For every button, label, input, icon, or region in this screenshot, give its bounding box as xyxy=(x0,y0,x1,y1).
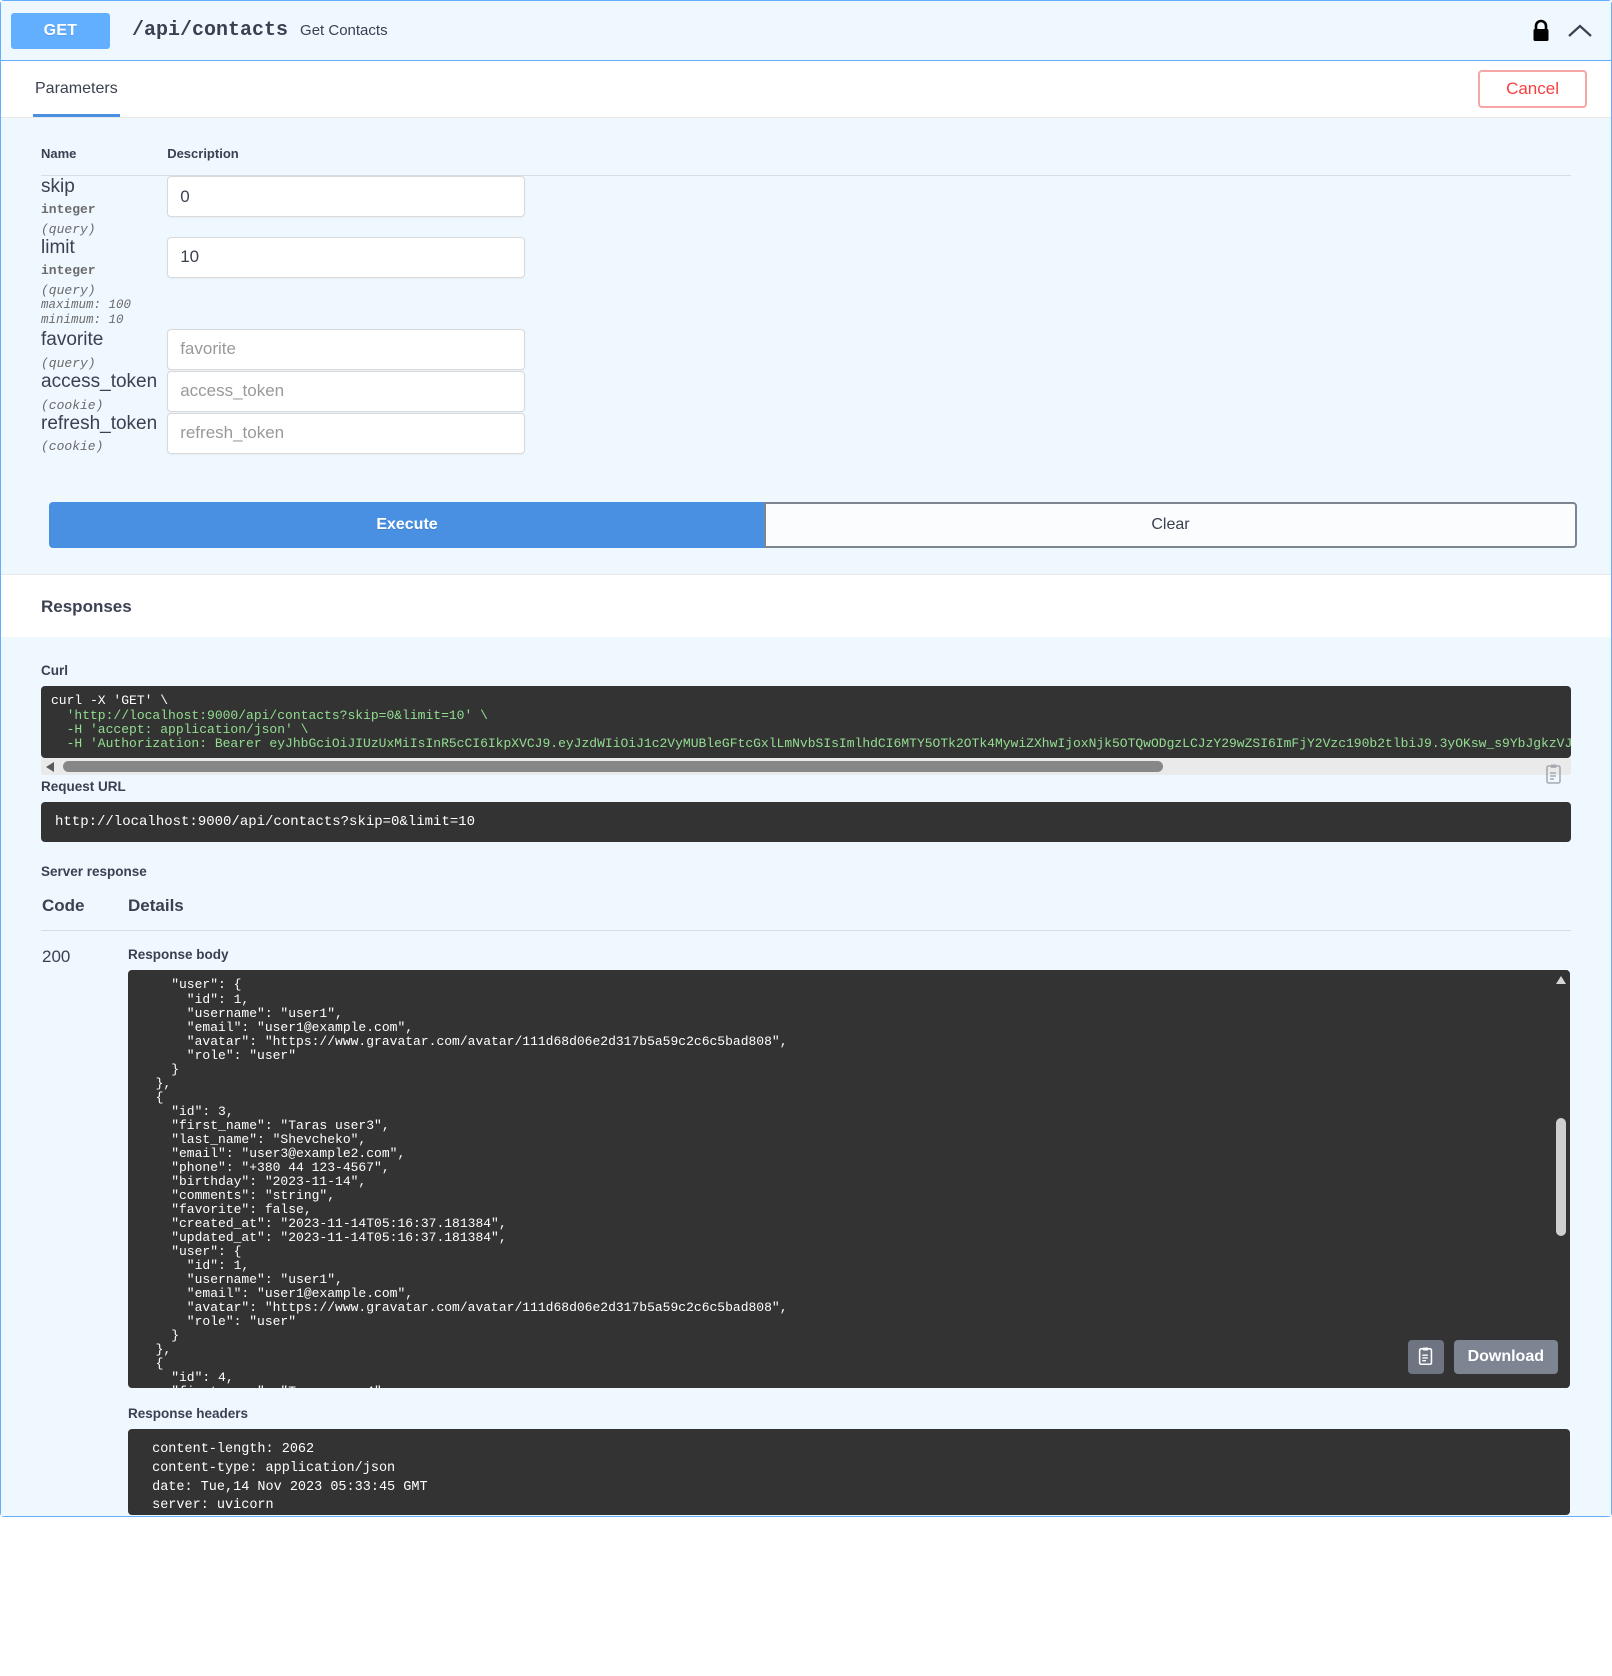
param-constraints: maximum: 100 minimum: 10 xyxy=(41,298,167,329)
table-row: limit integer (query) maximum: 100 minim… xyxy=(41,237,1571,329)
param-location: (query) xyxy=(41,278,167,298)
responses-title: Responses xyxy=(41,597,1571,617)
column-header-description: Description xyxy=(167,146,1571,176)
response-body-box[interactable]: "user": { "id": 1, "username": "user1", … xyxy=(128,970,1570,1388)
param-location: (cookie) xyxy=(41,434,167,454)
param-location: (query) xyxy=(41,351,167,371)
param-input-cell xyxy=(167,176,1571,237)
column-header-details: Details xyxy=(127,895,1571,931)
table-row: access_token (cookie) xyxy=(41,371,1571,413)
execute-button[interactable]: Execute xyxy=(49,502,765,548)
response-body-actions: Download xyxy=(1408,1340,1558,1374)
param-input-cell xyxy=(167,237,1571,329)
table-row: 200 Response body "user": { "id": 1, "us… xyxy=(41,931,1571,1517)
scroll-left-arrow-icon[interactable] xyxy=(46,762,54,772)
search-input-limit[interactable] xyxy=(167,237,525,278)
endpoint-path: /api/contacts xyxy=(110,19,298,42)
summary-right-controls xyxy=(1531,19,1593,43)
cancel-button[interactable]: Cancel xyxy=(1478,70,1587,108)
curl-line-2: 'http://localhost:9000/api/contacts?skip… xyxy=(51,708,488,723)
column-header-name: Name xyxy=(41,146,167,176)
response-headers-value: content-length: 2062 content-type: appli… xyxy=(128,1429,1570,1515)
param-input-cell xyxy=(167,371,1571,413)
action-buttons-row: Execute Clear xyxy=(1,454,1611,574)
curl-label: Curl xyxy=(41,663,1571,678)
param-meta-cell: refresh_token (cookie) xyxy=(41,413,167,455)
curl-horizontal-scrollbar[interactable] xyxy=(41,758,1571,775)
param-label-skip: skip xyxy=(41,176,167,198)
access-token-field[interactable] xyxy=(167,371,525,412)
param-type: integer xyxy=(41,198,167,217)
param-label-limit: limit xyxy=(41,237,167,259)
response-body-json: "user": { "id": 1, "username": "user1", … xyxy=(128,970,1570,1388)
param-input-cell xyxy=(167,413,1571,455)
responses-header: Responses xyxy=(1,574,1611,637)
responses-body: Curl curl -X 'GET' \ 'http://localhost:9… xyxy=(1,637,1611,1516)
chevron-up-icon[interactable] xyxy=(1567,22,1593,40)
scrollbar-thumb[interactable] xyxy=(63,761,1163,772)
request-url-value: http://localhost:9000/api/contacts?skip=… xyxy=(41,802,1571,842)
copy-curl-icon[interactable] xyxy=(1543,764,1565,791)
refresh-token-field[interactable] xyxy=(167,413,525,454)
response-table: Code Details 200 Response body "user": {… xyxy=(41,895,1571,1516)
tab-bar: Parameters Cancel xyxy=(1,61,1611,118)
lock-icon[interactable] xyxy=(1531,19,1551,43)
parameters-section: Name Description skip integer (query) xyxy=(1,118,1611,454)
param-label-refresh-token: refresh_token xyxy=(41,413,167,435)
curl-command-block[interactable]: curl -X 'GET' \ 'http://localhost:9000/a… xyxy=(41,686,1571,758)
param-meta-cell: skip integer (query) xyxy=(41,176,167,237)
endpoint-summary: Get Contacts xyxy=(298,22,388,39)
parameters-rows: skip integer (query) limit integer (quer… xyxy=(41,176,1571,455)
param-location: (query) xyxy=(41,217,167,237)
http-method-badge: GET xyxy=(11,13,110,49)
param-type: integer xyxy=(41,259,167,278)
param-meta-cell: limit integer (query) maximum: 100 minim… xyxy=(41,237,167,329)
search-input-favorite[interactable] xyxy=(167,329,525,370)
param-input-cell xyxy=(167,329,1571,371)
param-label-favorite: favorite xyxy=(41,329,167,351)
param-label-access-token: access_token xyxy=(41,371,167,393)
param-location: (cookie) xyxy=(41,393,167,413)
table-row: skip integer (query) xyxy=(41,176,1571,237)
table-row: refresh_token (cookie) xyxy=(41,413,1571,455)
operation-summary-bar[interactable]: GET /api/contacts Get Contacts xyxy=(1,1,1611,61)
curl-line-4: -H 'Authorization: Bearer eyJhbGciOiJIUz… xyxy=(51,736,1571,751)
response-body-label: Response body xyxy=(128,947,1570,962)
copy-response-icon[interactable] xyxy=(1408,1340,1444,1374)
search-input-skip[interactable] xyxy=(167,176,525,217)
status-code: 200 xyxy=(41,931,127,1517)
column-header-code: Code xyxy=(41,895,127,931)
param-meta-cell: access_token (cookie) xyxy=(41,371,167,413)
clear-button[interactable]: Clear xyxy=(764,502,1577,548)
request-url-label: Request URL xyxy=(41,779,1571,794)
server-response-label: Server response xyxy=(41,864,1571,879)
scrollbar-thumb[interactable] xyxy=(1556,1118,1566,1236)
response-headers-label: Response headers xyxy=(128,1406,1570,1421)
response-body-scrollbar[interactable] xyxy=(1554,970,1568,1388)
table-row: favorite (query) xyxy=(41,329,1571,371)
param-meta-cell: favorite (query) xyxy=(41,329,167,371)
parameters-table: Name Description skip integer (query) xyxy=(41,146,1571,454)
curl-line-1: curl -X 'GET' \ xyxy=(51,693,168,708)
tab-parameters[interactable]: Parameters xyxy=(33,62,120,117)
operation-block: GET /api/contacts Get Contacts Parameter… xyxy=(0,0,1612,1517)
scroll-up-arrow-icon[interactable] xyxy=(1556,976,1566,984)
curl-line-3: -H 'accept: application/json' \ xyxy=(51,722,308,737)
response-details-cell: Response body "user": { "id": 1, "userna… xyxy=(127,931,1571,1517)
download-button[interactable]: Download xyxy=(1454,1340,1558,1374)
